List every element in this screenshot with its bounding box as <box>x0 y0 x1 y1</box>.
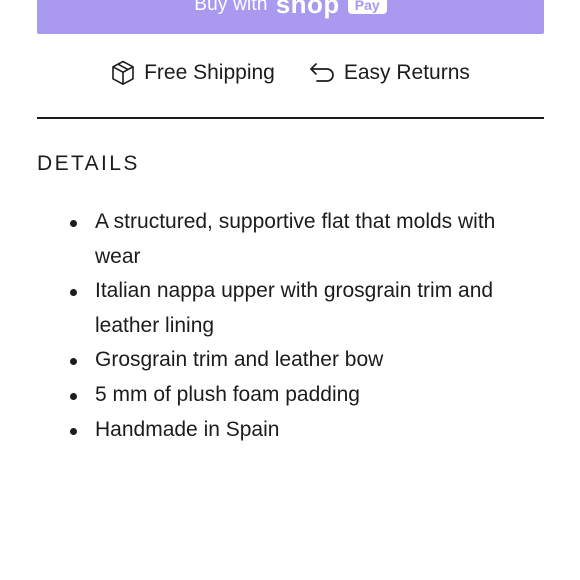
perks-row: Free Shipping Easy Returns <box>37 56 544 90</box>
shop-logo-text: shop <box>275 0 340 19</box>
free-shipping-perk: Free Shipping <box>111 60 275 86</box>
buy-with-shop-pay-button[interactable]: Buy with shop Pay <box>37 0 544 34</box>
details-list-item: A structured, supportive flat that molds… <box>37 205 537 274</box>
easy-returns-label: Easy Returns <box>343 61 470 84</box>
details-list-item: Grosgrain trim and leather bow <box>37 343 537 378</box>
box-icon <box>111 60 135 86</box>
details-list-item: 5 mm of plush foam padding <box>37 378 537 413</box>
return-arrow-icon <box>309 62 335 84</box>
shop-pay-label-group: Buy with shop Pay <box>194 0 387 20</box>
details-list-item: Italian nappa upper with grosgrain trim … <box>37 274 537 343</box>
details-list: A structured, supportive flat that molds… <box>37 205 537 447</box>
pay-badge: Pay <box>347 0 387 14</box>
product-details-panel: Buy with shop Pay Free Shipping Easy Ret… <box>0 0 580 580</box>
details-list-item: Handmade in Spain <box>37 413 537 448</box>
buy-with-text: Buy with <box>194 0 268 15</box>
details-heading: DETAILS <box>37 152 140 175</box>
easy-returns-perk: Easy Returns <box>309 61 470 85</box>
section-divider <box>37 117 544 119</box>
free-shipping-label: Free Shipping <box>144 61 275 84</box>
